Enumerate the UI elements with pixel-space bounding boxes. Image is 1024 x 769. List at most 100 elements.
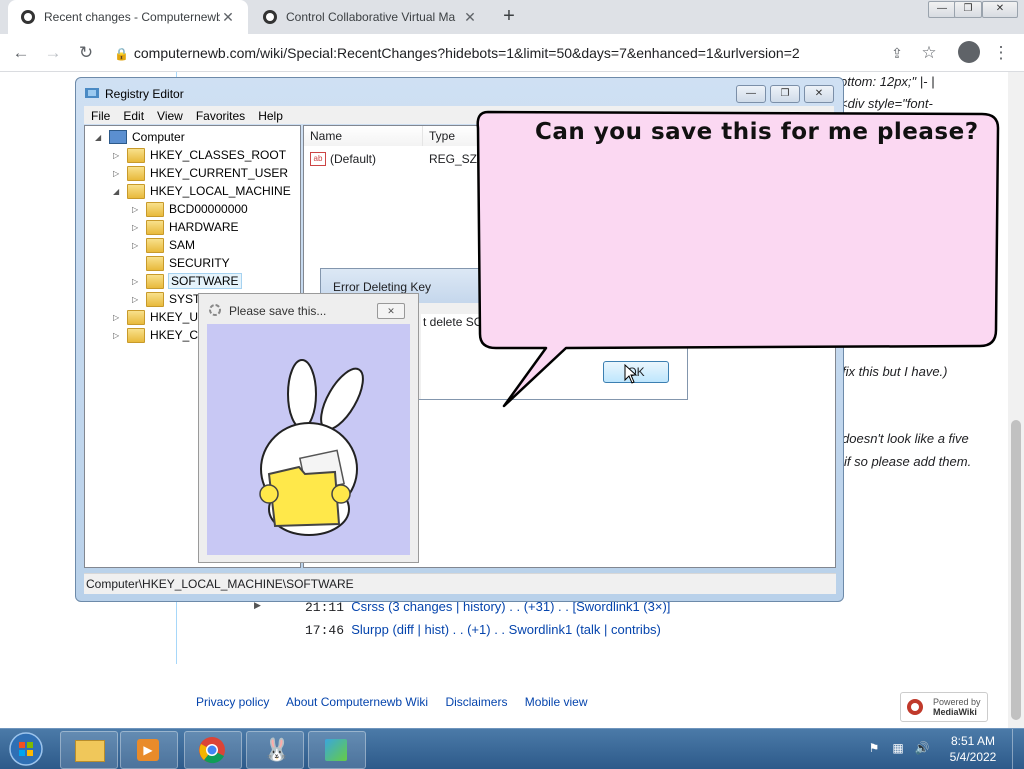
show-desktop-button[interactable] [1012, 729, 1024, 769]
taskbar-chrome[interactable] [184, 731, 242, 769]
close-window-button[interactable]: ✕ [982, 1, 1018, 18]
computernewb-favicon-icon [263, 10, 277, 24]
expand-arrow-icon[interactable]: ▷ [132, 277, 142, 286]
menu-file[interactable]: File [84, 106, 116, 123]
expand-arrow-icon[interactable]: ▷ [132, 295, 142, 304]
tab-control-collaborative[interactable]: Control Collaborative Virtual Ma ✕ [250, 0, 490, 34]
tree-node-hkcr[interactable]: ▷ HKEY_CLASSES_ROOT [113, 146, 286, 164]
browser-tab-strip: Recent changes - Computernewb ✕ Control … [0, 0, 1024, 34]
regedit-maximize-button[interactable]: ❐ [770, 85, 800, 103]
action-center-flag-icon[interactable]: ⚑ [866, 741, 882, 757]
tree-node-hkcc[interactable]: ▷ HKEY_CU [113, 326, 207, 344]
collapse-arrow-icon[interactable]: ◢ [95, 133, 105, 142]
page-scrollbar-thumb[interactable] [1011, 420, 1021, 720]
tree-node-bcd[interactable]: ▷ BCD00000000 [132, 200, 248, 218]
tab-title: Recent changes - Computernewb [44, 10, 220, 24]
folder-icon [146, 291, 164, 307]
popup-illustration-area [207, 324, 410, 555]
change-user[interactable]: Swordlink1 (talk | contribs) [509, 622, 661, 637]
change-page-link[interactable]: Slurpp [351, 622, 389, 637]
new-tab-button[interactable]: + [498, 5, 520, 27]
menu-edit[interactable]: Edit [116, 106, 150, 123]
share-icon[interactable]: ⇪ [886, 42, 908, 64]
footer-link-privacy[interactable]: Privacy policy [196, 695, 269, 709]
bunny-holding-folder-icon [259, 359, 364, 536]
tree-node-hklm[interactable]: ◢ HKEY_LOCAL_MACHINE [113, 182, 291, 200]
restore-window-button[interactable]: ❐ [954, 1, 982, 18]
bookmark-star-icon[interactable]: ☆ [918, 42, 940, 64]
tree-node-security[interactable]: SECURITY [132, 254, 230, 272]
please-save-popup-window: Please save this... ✕ [198, 293, 419, 563]
loading-spinner-icon [209, 304, 221, 316]
footer-link-mobile[interactable]: Mobile view [525, 695, 588, 709]
taskbar-file-explorer[interactable] [60, 731, 118, 769]
start-orb-icon[interactable] [6, 731, 46, 767]
volume-icon[interactable]: 🔊 [914, 741, 930, 757]
back-arrow-icon[interactable]: ← [10, 42, 32, 64]
tree-node-sam[interactable]: ▷ SAM [132, 236, 195, 254]
expand-arrow-icon[interactable]: ▷ [132, 205, 142, 214]
expand-arrow-icon[interactable]: ▷ [113, 151, 123, 160]
network-icon[interactable]: ▦ [890, 741, 906, 757]
menu-help[interactable]: Help [251, 106, 289, 123]
mediawiki-logo-icon [907, 699, 923, 715]
profile-avatar-icon[interactable] [958, 41, 980, 63]
folder-icon [146, 255, 164, 271]
close-tab-icon[interactable]: ✕ [220, 9, 236, 26]
close-tab-icon[interactable]: ✕ [462, 9, 478, 26]
registry-editor-icon [85, 88, 99, 98]
change-time: 17:46 [305, 623, 345, 638]
expand-arrow-icon[interactable]: ▷ [113, 331, 123, 340]
tree-node-software[interactable]: ▷ SOFTWARE [132, 272, 242, 290]
media-player-icon: ▶ [137, 739, 159, 761]
column-header-name[interactable]: Name [304, 126, 423, 146]
tree-node-hardware[interactable]: ▷ HARDWARE [132, 218, 239, 236]
reload-icon[interactable]: ↻ [75, 42, 97, 64]
value-name: (Default) [330, 152, 377, 166]
minimize-window-button[interactable]: — [928, 1, 956, 18]
expand-arrow-icon[interactable]: ▷ [113, 169, 123, 178]
wiki-snippet-line: doesn't look like a five [842, 431, 969, 446]
change-time: 21:11 [305, 600, 345, 615]
menu-view[interactable]: View [150, 106, 189, 123]
powered-by-mediawiki-badge[interactable]: Powered by MediaWiki [900, 692, 988, 722]
string-value-icon: ab [310, 152, 326, 166]
speech-bubble-text: Can you save this for me please? [535, 119, 979, 145]
menu-kebab-icon[interactable]: ⋮ [990, 42, 1012, 64]
taskbar-registry-editor[interactable] [308, 731, 366, 769]
address-bar[interactable]: 🔒 computernewb.com/wiki/Special:RecentCh… [114, 40, 884, 66]
badge-line2: MediaWiki [933, 707, 977, 717]
folder-icon [127, 165, 145, 181]
popup-close-button[interactable]: ✕ [377, 303, 405, 319]
forward-arrow-icon[interactable]: → [42, 42, 64, 64]
footer-link-disclaimers[interactable]: Disclaimers [445, 695, 507, 709]
tree-node-hkcu[interactable]: ▷ HKEY_CURRENT_USER [113, 164, 288, 182]
taskbar-bunny-app[interactable]: 🐰 [246, 731, 304, 769]
folder-icon [146, 201, 164, 217]
collapse-arrow-icon[interactable]: ◢ [113, 187, 123, 196]
expand-arrow-icon[interactable]: ▷ [132, 241, 142, 250]
regedit-close-button[interactable]: ✕ [804, 85, 834, 103]
expand-arrow-icon[interactable]: ▷ [132, 223, 142, 232]
footer-link-about[interactable]: About Computernewb Wiki [286, 695, 428, 709]
computer-icon [109, 130, 127, 144]
regedit-status-bar: Computer\HKEY_LOCAL_MACHINE\SOFTWARE [84, 573, 836, 594]
taskbar-media-player[interactable]: ▶ [120, 731, 178, 769]
change-details[interactable]: (diff | hist) . . (+1) . . [392, 622, 505, 637]
tab-recent-changes[interactable]: Recent changes - Computernewb ✕ [8, 0, 248, 34]
value-row-default[interactable]: ab (Default) [310, 152, 376, 166]
tree-node-computer[interactable]: ◢ Computer [95, 128, 185, 146]
menu-favorites[interactable]: Favorites [189, 106, 251, 123]
regedit-minimize-button[interactable]: — [736, 85, 766, 103]
expand-arrow-icon[interactable]: ▷ [113, 313, 123, 322]
wiki-footer: Privacy policy About Computernewb Wiki D… [196, 695, 602, 709]
folder-icon [127, 183, 145, 199]
tab-title: Control Collaborative Virtual Ma [286, 10, 456, 24]
registry-cubes-icon [325, 739, 347, 761]
system-clock[interactable]: 8:51 AM 5/4/2022 [942, 733, 1004, 765]
value-type: REG_SZ [429, 152, 478, 166]
popup-title: Please save this... [229, 304, 327, 318]
computernewb-favicon-icon [21, 10, 35, 24]
folder-icon [146, 273, 164, 289]
tree-node-system[interactable]: ▷ SYSTE [132, 290, 208, 308]
